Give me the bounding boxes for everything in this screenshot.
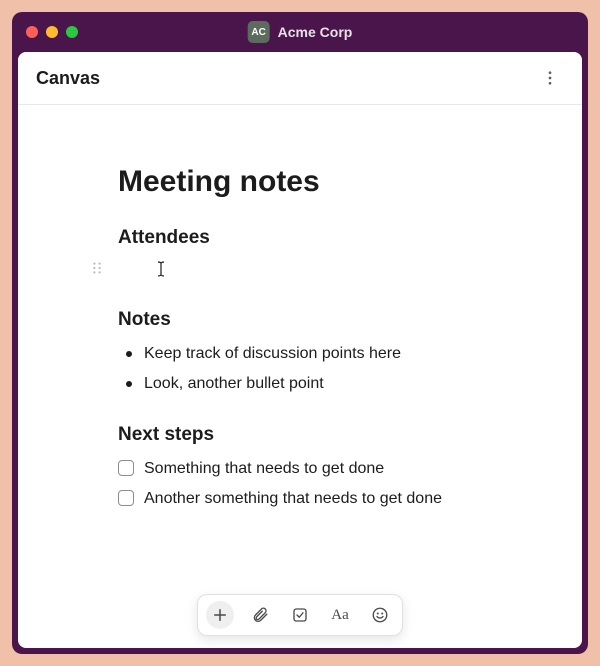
drag-handle-icon[interactable]: [90, 261, 104, 275]
close-window-button[interactable]: [26, 26, 38, 38]
attendees-section: Attendees: [118, 227, 522, 281]
attendees-heading[interactable]: Attendees: [118, 227, 522, 249]
checklist-item[interactable]: Something that needs to get done: [118, 456, 522, 482]
canvas-pane: Canvas Meeting notes Attendees: [18, 52, 582, 648]
canvas-title: Canvas: [36, 68, 100, 89]
doc-title[interactable]: Meeting notes: [118, 165, 522, 199]
notes-list: Keep track of discussion points here Loo…: [118, 341, 522, 396]
notes-section: Notes Keep track of discussion points he…: [118, 309, 522, 396]
checklist-button[interactable]: [286, 601, 314, 629]
checklist-item[interactable]: Another something that needs to get done: [118, 486, 522, 512]
maximize-window-button[interactable]: [66, 26, 78, 38]
add-block-button[interactable]: [206, 601, 234, 629]
checkbox[interactable]: [118, 490, 134, 506]
checklist-item-text[interactable]: Something that needs to get done: [144, 456, 384, 482]
list-item[interactable]: Keep track of discussion points here: [118, 341, 522, 367]
more-actions-button[interactable]: [536, 64, 564, 92]
floating-toolbar: Aa: [197, 594, 403, 636]
minimize-window-button[interactable]: [46, 26, 58, 38]
next-steps-section: Next steps Something that needs to get d…: [118, 424, 522, 511]
workspace-badge: AC: [248, 21, 270, 43]
text-cursor-icon: [156, 261, 166, 277]
app-window: AC Acme Corp Canvas Meeting notes Attend…: [12, 12, 588, 654]
next-steps-heading[interactable]: Next steps: [118, 424, 522, 446]
checklist-item-text[interactable]: Another something that needs to get done: [144, 486, 442, 512]
canvas-body[interactable]: Meeting notes Attendees Notes: [18, 105, 582, 648]
workspace-name: Acme Corp: [278, 24, 353, 40]
nav-arrows: [138, 23, 156, 41]
text-format-button[interactable]: Aa: [326, 601, 354, 629]
checkbox[interactable]: [118, 460, 134, 476]
emoji-button[interactable]: [366, 601, 394, 629]
next-steps-list: Something that needs to get done Another…: [118, 456, 522, 511]
list-item[interactable]: Look, another bullet point: [118, 371, 522, 397]
titlebar: AC Acme Corp: [12, 12, 588, 52]
window-controls: [26, 26, 78, 38]
attachment-button[interactable]: [246, 601, 274, 629]
notes-heading[interactable]: Notes: [118, 309, 522, 331]
workspace-switcher[interactable]: AC Acme Corp: [248, 21, 353, 43]
canvas-header: Canvas: [18, 52, 582, 105]
attendees-empty-line[interactable]: [118, 259, 522, 281]
document[interactable]: Meeting notes Attendees Notes: [18, 165, 582, 511]
